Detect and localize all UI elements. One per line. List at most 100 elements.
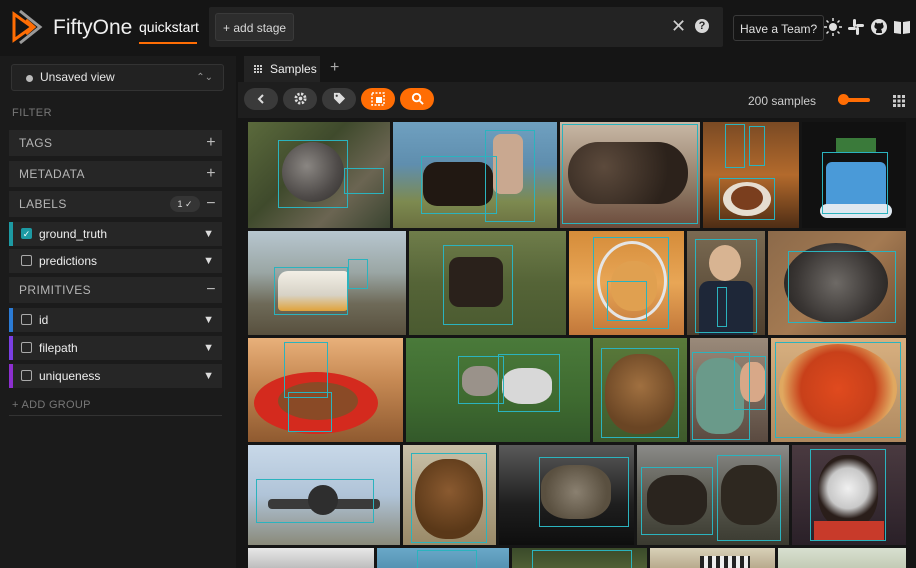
help-icon[interactable]: ? <box>695 19 709 33</box>
add-group-button[interactable]: + ADD GROUP <box>12 399 91 411</box>
fiftyone-logo-icon[interactable] <box>10 8 44 46</box>
view-stage-bar[interactable]: + add stage ✕ ? <box>209 7 723 47</box>
chevron-down-icon[interactable]: ▼ <box>203 222 214 246</box>
section-labels-label: LABELS <box>19 197 67 211</box>
field-filepath[interactable]: filepath ▼ <box>9 336 222 360</box>
minus-icon[interactable]: − <box>206 191 216 217</box>
zoom-slider[interactable] <box>838 94 870 105</box>
bounding-box <box>775 342 901 438</box>
sample-tile[interactable] <box>703 122 799 228</box>
sample-tile[interactable] <box>687 231 765 335</box>
sample-tile[interactable] <box>248 548 374 568</box>
sample-tile[interactable] <box>768 231 906 335</box>
plus-icon[interactable]: + <box>206 161 216 187</box>
section-metadata[interactable]: METADATA + <box>9 161 222 187</box>
sample-tile[interactable] <box>409 231 566 335</box>
field-checkbox[interactable] <box>21 370 32 381</box>
sample-tile[interactable] <box>512 548 647 568</box>
slider-handle[interactable] <box>838 94 849 105</box>
chevron-down-icon[interactable]: ▼ <box>203 308 214 332</box>
plus-icon[interactable]: + <box>206 130 216 156</box>
tag-button[interactable] <box>322 88 356 110</box>
clear-icon[interactable]: ✕ <box>671 17 686 35</box>
bounding-box <box>749 126 765 166</box>
settings-button[interactable] <box>283 88 317 110</box>
back-button[interactable] <box>244 88 278 110</box>
theme-toggle-icon[interactable] <box>824 18 842 36</box>
sample-tile[interactable] <box>792 445 906 545</box>
field-checkbox[interactable]: ✓ <box>21 228 32 239</box>
chevron-down-icon[interactable]: ▼ <box>203 364 214 388</box>
field-predictions[interactable]: predictions ▼ <box>9 249 222 273</box>
bounding-box <box>532 550 632 568</box>
chevron-down-icon[interactable]: ▼ <box>203 336 214 360</box>
field-uniqueness[interactable]: uniqueness ▼ <box>9 364 222 388</box>
github-icon[interactable] <box>870 18 888 36</box>
search-icon <box>411 92 424 105</box>
dataset-underline <box>139 42 197 44</box>
section-tags-label: TAGS <box>19 136 53 150</box>
bounding-box <box>278 140 348 208</box>
new-tab-button[interactable]: + <box>330 59 339 77</box>
field-color-bar <box>9 222 13 246</box>
sample-tile[interactable] <box>771 338 906 442</box>
add-stage-button[interactable]: + add stage <box>215 13 295 41</box>
bounding-box <box>288 392 332 432</box>
field-name: id <box>39 313 49 327</box>
section-labels[interactable]: LABELS 1 ✓ − <box>9 191 222 217</box>
grid-view-icon[interactable] <box>893 95 905 107</box>
patches-button[interactable] <box>361 88 395 110</box>
sample-tile[interactable] <box>406 338 590 442</box>
field-checkbox[interactable] <box>21 255 32 266</box>
field-checkbox[interactable] <box>21 342 32 353</box>
sample-tile[interactable] <box>377 548 509 568</box>
bounding-box <box>284 342 328 398</box>
dataset-selector[interactable]: quickstart <box>139 19 199 35</box>
bounding-box <box>734 356 766 410</box>
bounding-box <box>562 124 698 224</box>
tab-samples-label: Samples <box>270 62 317 76</box>
sample-tile[interactable] <box>778 548 906 568</box>
sample-tile[interactable] <box>593 338 687 442</box>
have-a-team-button[interactable]: Have a Team? <box>733 15 825 41</box>
sample-tile[interactable] <box>560 122 700 228</box>
sample-tile[interactable] <box>248 445 400 545</box>
sample-tile[interactable] <box>690 338 768 442</box>
bounding-box <box>717 455 781 541</box>
field-name: ground_truth <box>39 227 108 241</box>
tag-icon <box>333 92 345 105</box>
docs-icon[interactable] <box>893 18 911 36</box>
similarity-search-button[interactable] <box>400 88 434 110</box>
saved-view-selector[interactable]: Unsaved view ⌃⌄ <box>11 64 224 91</box>
sample-tile[interactable] <box>248 231 406 335</box>
main-panel: Samples + 200 samples <box>238 56 916 568</box>
panel-tabs: Samples + <box>238 56 916 82</box>
sample-tile[interactable] <box>569 231 684 335</box>
sample-tile[interactable] <box>637 445 789 545</box>
section-primitives[interactable]: PRIMITIVES − <box>9 277 222 303</box>
sample-grid <box>248 122 916 568</box>
field-id[interactable]: id ▼ <box>9 308 222 332</box>
sample-tile[interactable] <box>393 122 557 228</box>
field-name: filepath <box>39 341 78 355</box>
section-tags[interactable]: TAGS + <box>9 130 222 156</box>
field-ground-truth[interactable]: ✓ ground_truth ▼ <box>9 222 222 246</box>
bounding-box <box>810 449 886 541</box>
sample-tile[interactable] <box>650 548 775 568</box>
sample-tile[interactable] <box>403 445 496 545</box>
sample-tile[interactable] <box>802 122 906 228</box>
tab-samples[interactable]: Samples <box>244 56 320 82</box>
field-color-bar <box>9 308 13 332</box>
sample-tile[interactable] <box>248 338 403 442</box>
chevron-left-icon <box>257 94 264 104</box>
field-checkbox[interactable] <box>21 314 32 325</box>
sample-tile[interactable] <box>499 445 634 545</box>
samples-toolbar: 200 samples <box>238 82 916 118</box>
sample-count: 200 samples <box>748 94 817 108</box>
grid-icon <box>254 65 262 73</box>
chevron-down-icon[interactable]: ▼ <box>203 249 214 273</box>
bounding-box <box>348 259 368 289</box>
sample-tile[interactable] <box>248 122 390 228</box>
minus-icon[interactable]: − <box>206 277 216 303</box>
slack-icon[interactable] <box>847 18 865 36</box>
